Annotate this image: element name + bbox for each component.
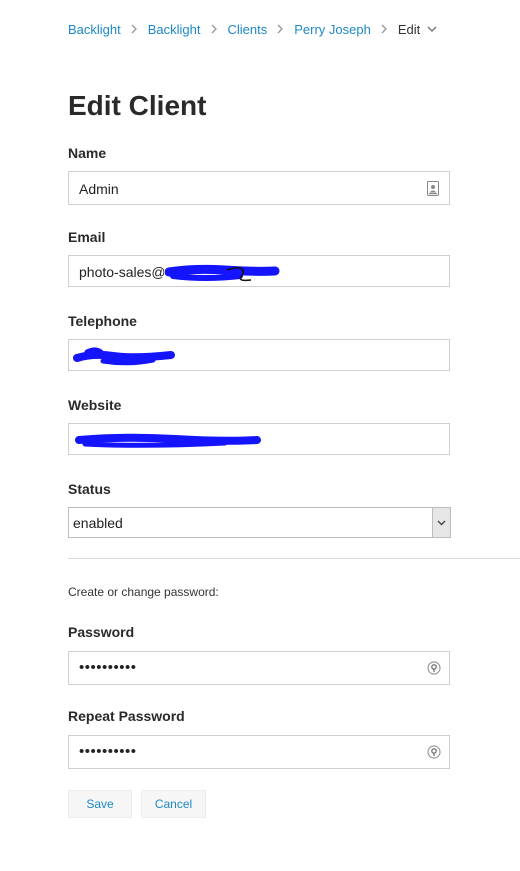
chevron-down-icon[interactable] xyxy=(427,26,437,33)
email-field[interactable]: photo-sales@ xyxy=(68,255,450,287)
password-note: Create or change password: xyxy=(68,585,219,599)
contact-card-icon[interactable] xyxy=(427,181,441,196)
password-field[interactable]: •••••••••• xyxy=(68,651,450,685)
repeat-password-label: Repeat Password xyxy=(68,708,185,724)
chevron-right-icon xyxy=(277,24,284,34)
breadcrumb-link-backlight-2[interactable]: Backlight xyxy=(148,22,201,37)
status-select[interactable]: enabled xyxy=(68,507,451,538)
status-value: enabled xyxy=(73,515,123,531)
save-button[interactable]: Save xyxy=(68,790,132,818)
breadcrumb-link-client[interactable]: Perry Joseph xyxy=(294,22,371,37)
breadcrumb: Backlight Backlight Clients Perry Joseph… xyxy=(68,20,437,38)
name-field[interactable]: Admin xyxy=(68,171,450,205)
password-value: •••••••••• xyxy=(79,659,137,676)
page-title: Edit Client xyxy=(68,90,207,121)
website-label: Website xyxy=(68,397,122,413)
chevron-right-icon xyxy=(381,24,388,34)
name-value: Admin xyxy=(79,181,119,197)
key-icon[interactable] xyxy=(427,661,441,675)
repeat-password-value: •••••••••• xyxy=(79,743,137,760)
dropdown-arrow-icon[interactable] xyxy=(432,508,450,537)
name-label: Name xyxy=(68,145,107,161)
telephone-label: Telephone xyxy=(68,313,137,329)
chevron-right-icon xyxy=(211,24,218,34)
redaction-scribble xyxy=(165,264,280,282)
redaction-scribble xyxy=(73,347,175,366)
section-divider xyxy=(68,558,520,559)
cancel-button[interactable]: Cancel xyxy=(141,790,206,818)
breadcrumb-link-backlight[interactable]: Backlight xyxy=(68,22,121,37)
key-icon[interactable] xyxy=(427,745,441,759)
email-label: Email xyxy=(68,229,106,245)
redaction-scribble xyxy=(75,433,261,448)
breadcrumb-link-clients[interactable]: Clients xyxy=(228,22,268,37)
status-label: Status xyxy=(68,481,111,497)
password-label: Password xyxy=(68,624,135,640)
chevron-right-icon xyxy=(131,24,138,34)
email-value: photo-sales@ xyxy=(79,264,166,280)
website-field[interactable] xyxy=(68,423,450,455)
repeat-password-field[interactable]: •••••••••• xyxy=(68,735,450,769)
telephone-field[interactable] xyxy=(68,339,450,371)
breadcrumb-current: Edit xyxy=(397,21,421,37)
